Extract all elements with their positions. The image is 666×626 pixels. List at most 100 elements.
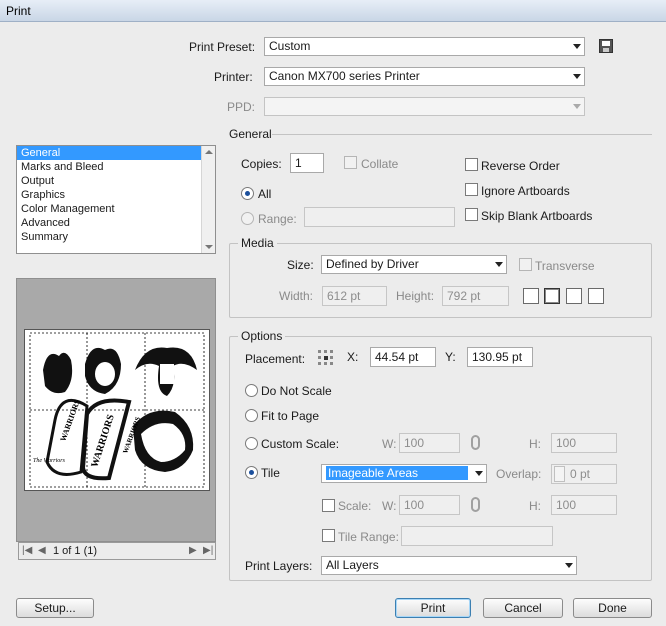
chevron-down-icon: [573, 104, 581, 109]
range-radio[interactable]: [241, 212, 254, 225]
custom-scale-radio[interactable]: [245, 437, 258, 450]
section-title: General: [229, 127, 272, 141]
custom-scale-h-input[interactable]: 100: [551, 433, 617, 453]
next-page-icon[interactable]: ▶: [189, 545, 197, 556]
ppd-select[interactable]: [264, 97, 585, 116]
chevron-down-icon: [573, 44, 581, 49]
print-preset-select[interactable]: Custom: [264, 37, 585, 56]
copies-label: Copies:: [241, 157, 282, 171]
sidebar-item-summary[interactable]: Summary: [17, 230, 215, 244]
sidebar-item-graphics[interactable]: Graphics: [17, 188, 215, 202]
tile-value: Imageable Areas: [326, 466, 468, 480]
window-title: Print: [6, 4, 31, 18]
height-input[interactable]: 792 pt: [442, 286, 509, 306]
chevron-down-icon: [475, 471, 483, 476]
setup-button[interactable]: Setup...: [16, 598, 94, 618]
collate-checkbox[interactable]: [344, 156, 357, 169]
size-label: Size:: [287, 258, 314, 272]
page-navigation: |◀ ◀ 1 of 1 (1) ▶ ▶|: [18, 542, 216, 560]
scale-h-input[interactable]: 100: [551, 495, 617, 515]
custom-scale-h-label: H:: [529, 437, 541, 451]
fit-to-page-radio[interactable]: [245, 409, 258, 422]
section-divider: [272, 134, 652, 135]
size-value: Defined by Driver: [326, 257, 419, 271]
overlap-stepper-icon[interactable]: [554, 466, 565, 482]
done-button[interactable]: Done: [573, 598, 652, 618]
sidebar-item-general[interactable]: General: [17, 146, 215, 160]
scale-label: Scale:: [338, 499, 372, 513]
page-indicator: 1 of 1 (1): [53, 545, 98, 557]
print-preset-value: Custom: [269, 39, 311, 53]
printer-value: Canon MX700 series Printer: [269, 69, 420, 83]
art-text-0: The Warriors: [33, 458, 66, 464]
size-select[interactable]: Defined by Driver: [321, 255, 507, 274]
portrait-flipped-orientation-icon[interactable]: [566, 288, 582, 304]
scale-w-input[interactable]: 100: [399, 495, 460, 515]
width-input[interactable]: 612 pt: [322, 286, 387, 306]
print-preset-label: Print Preset:: [189, 40, 256, 54]
copies-input[interactable]: 1: [290, 153, 324, 173]
y-input[interactable]: 130.95 pt: [467, 347, 533, 367]
save-preset-icon[interactable]: [599, 39, 613, 53]
tile-range-label: Tile Range:: [338, 530, 399, 544]
x-label: X:: [347, 350, 359, 364]
ignore-artboards-checkbox[interactable]: [465, 183, 478, 196]
scale-w-label: W:: [382, 499, 397, 513]
height-label: Height:: [396, 289, 435, 303]
preview-artwork: WARRIORS WARRIORS WARRIORS The Warriors: [29, 332, 205, 488]
placement-label: Placement:: [245, 352, 306, 366]
x-input[interactable]: 44.54 pt: [370, 347, 436, 367]
tile-select[interactable]: Imageable Areas: [321, 464, 487, 483]
constrain-proportions-icon[interactable]: [471, 435, 480, 450]
scale-h-label: H:: [529, 499, 541, 513]
do-not-scale-label: Do Not Scale: [261, 384, 332, 398]
scroll-up-icon[interactable]: [205, 150, 213, 154]
printer-label: Printer:: [214, 70, 253, 84]
previous-page-icon[interactable]: ◀: [38, 545, 46, 556]
portrait-orientation-icon[interactable]: [523, 288, 539, 304]
tile-range-checkbox[interactable]: [322, 529, 335, 542]
custom-scale-w-label: W:: [382, 437, 397, 451]
placement-locator-icon[interactable]: [317, 349, 335, 367]
fit-to-page-label: Fit to Page: [261, 409, 320, 423]
sidebar-item-output[interactable]: Output: [17, 174, 215, 188]
scale-checkbox[interactable]: [322, 499, 335, 512]
print-button[interactable]: Print: [395, 598, 471, 618]
cancel-button[interactable]: Cancel: [483, 598, 563, 618]
range-input[interactable]: [304, 207, 455, 227]
chevron-down-icon: [573, 74, 581, 79]
do-not-scale-radio[interactable]: [245, 384, 258, 397]
transverse-checkbox[interactable]: [519, 258, 532, 271]
reverse-order-checkbox[interactable]: [465, 158, 478, 171]
all-label: All: [258, 187, 272, 201]
sidebar-item-color-management[interactable]: Color Management: [17, 202, 215, 216]
last-page-icon[interactable]: ▶|: [203, 545, 213, 556]
landscape-flipped-orientation-icon[interactable]: [588, 288, 604, 304]
skip-blank-artboards-label: Skip Blank Artboards: [481, 209, 593, 223]
range-label: Range:: [258, 212, 297, 226]
sidebar-item-marks-and-bleed[interactable]: Marks and Bleed: [17, 160, 215, 174]
tile-label: Tile: [261, 466, 280, 480]
scroll-down-icon[interactable]: [205, 245, 213, 249]
preview-page: WARRIORS WARRIORS WARRIORS The Warriors: [24, 329, 210, 491]
tile-range-input[interactable]: [401, 526, 553, 546]
scale-constrain-icon[interactable]: [471, 497, 480, 512]
media-title: Media: [238, 236, 277, 250]
sidebar-item-advanced[interactable]: Advanced: [17, 216, 215, 230]
print-layers-value: All Layers: [326, 558, 379, 572]
collate-label: Collate: [361, 157, 399, 171]
printer-select[interactable]: Canon MX700 series Printer: [264, 67, 585, 86]
ignore-artboards-label: Ignore Artboards: [481, 184, 570, 198]
print-preview[interactable]: WARRIORS WARRIORS WARRIORS The Warriors …: [16, 278, 216, 560]
list-scrollbar[interactable]: [201, 146, 215, 253]
first-page-icon[interactable]: |◀: [22, 545, 32, 556]
landscape-orientation-icon[interactable]: [544, 288, 560, 304]
all-radio[interactable]: [241, 187, 254, 200]
skip-blank-artboards-checkbox[interactable]: [465, 208, 478, 221]
title-bar: Print: [0, 0, 666, 22]
custom-scale-w-input[interactable]: 100: [399, 433, 460, 453]
category-list[interactable]: General Marks and Bleed Output Graphics …: [16, 145, 216, 254]
width-label: Width:: [279, 289, 314, 303]
print-layers-select[interactable]: All Layers: [321, 556, 577, 575]
tile-radio[interactable]: [245, 466, 258, 479]
